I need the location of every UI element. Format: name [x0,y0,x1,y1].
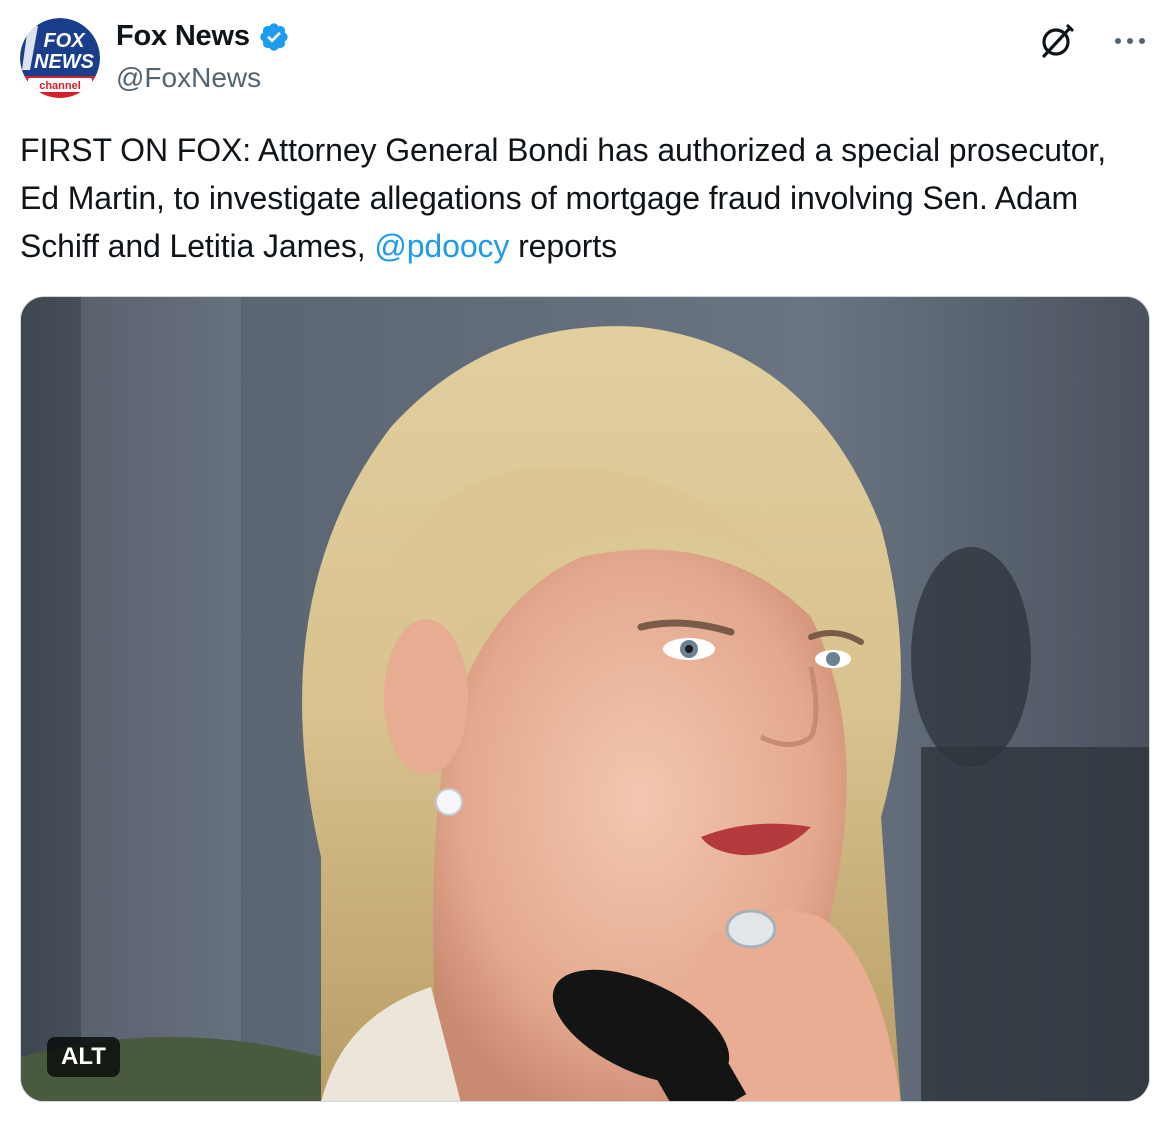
verified-badge-icon[interactable] [258,21,290,53]
alt-text-badge[interactable]: ALT [47,1037,120,1077]
avatar[interactable]: FOX NEWS channel [20,18,100,98]
author-handle[interactable]: @FoxNews [116,62,261,94]
tweet-photo[interactable]: ALT [20,296,1150,1102]
photo-image [21,297,1149,1101]
grok-icon[interactable] [1038,22,1076,60]
more-options-icon[interactable] [1110,28,1150,54]
tweet-text-tail: reports [509,228,618,264]
display-name[interactable]: Fox News [116,20,250,53]
author-name-row: Fox News [116,20,290,53]
tweet-card: FOX NEWS channel Fox News @FoxNews FIRST… [0,0,1176,1124]
tweet-text: FIRST ON FOX: Attorney General Bondi has… [20,126,1150,270]
avatar-line-3: channel [39,80,81,92]
fox-news-logo: FOX NEWS channel [20,18,100,98]
avatar-line-1: FOX [43,30,86,52]
avatar-line-2: NEWS [34,51,95,73]
mention-link[interactable]: @pdoocy [374,228,509,264]
